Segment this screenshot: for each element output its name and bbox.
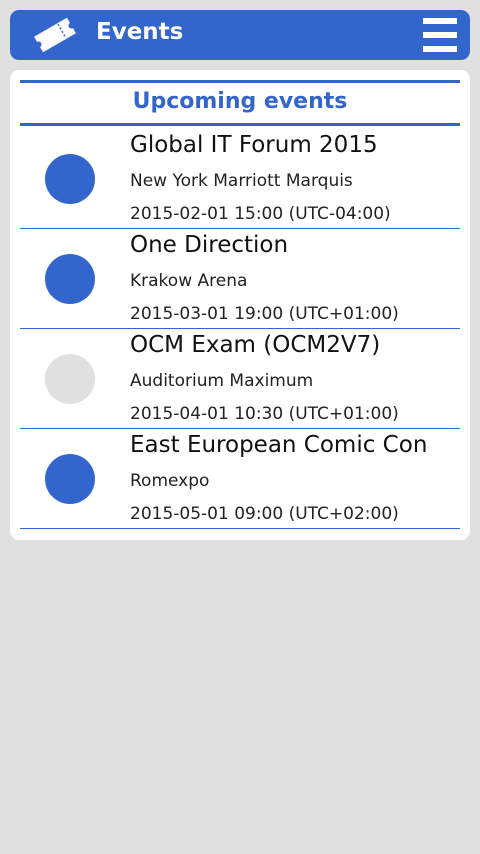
event-name: One Direction bbox=[130, 232, 289, 258]
event-list-item[interactable]: One Direction Krakow Arena 2015-03-01 19… bbox=[20, 229, 460, 329]
app-title: Events bbox=[96, 19, 184, 45]
event-name: East European Comic Con bbox=[130, 432, 428, 458]
app-bar: Events bbox=[10, 10, 470, 60]
ticket-icon bbox=[34, 17, 76, 53]
event-list-item[interactable]: Global IT Forum 2015 New York Marriott M… bbox=[20, 129, 460, 229]
event-venue: Auditorium Maximum bbox=[130, 371, 314, 391]
event-datetime: 2015-02-01 15:00 (UTC-04:00) bbox=[130, 204, 391, 224]
event-status-indicator bbox=[45, 254, 95, 304]
event-status-indicator bbox=[45, 154, 95, 204]
event-name: Global IT Forum 2015 bbox=[130, 132, 378, 158]
event-venue: Krakow Arena bbox=[130, 271, 248, 291]
event-name: OCM Exam (OCM2V7) bbox=[130, 332, 381, 358]
event-venue: Romexpo bbox=[130, 471, 210, 491]
event-status-indicator bbox=[45, 454, 95, 504]
event-list: Global IT Forum 2015 New York Marriott M… bbox=[20, 129, 460, 529]
event-datetime: 2015-03-01 19:00 (UTC+01:00) bbox=[130, 304, 399, 324]
event-datetime: 2015-04-01 10:30 (UTC+01:00) bbox=[130, 404, 399, 424]
event-venue: New York Marriott Marquis bbox=[130, 171, 353, 191]
event-datetime: 2015-05-01 09:00 (UTC+02:00) bbox=[130, 504, 399, 524]
events-card: Upcoming events Global IT Forum 2015 New… bbox=[10, 70, 470, 540]
event-list-item[interactable]: OCM Exam (OCM2V7) Auditorium Maximum 201… bbox=[20, 329, 460, 429]
menu-button[interactable] bbox=[423, 18, 457, 52]
event-status-indicator bbox=[45, 354, 95, 404]
section-title: Upcoming events bbox=[20, 80, 460, 126]
event-list-item[interactable]: East European Comic Con Romexpo 2015-05-… bbox=[20, 429, 460, 529]
